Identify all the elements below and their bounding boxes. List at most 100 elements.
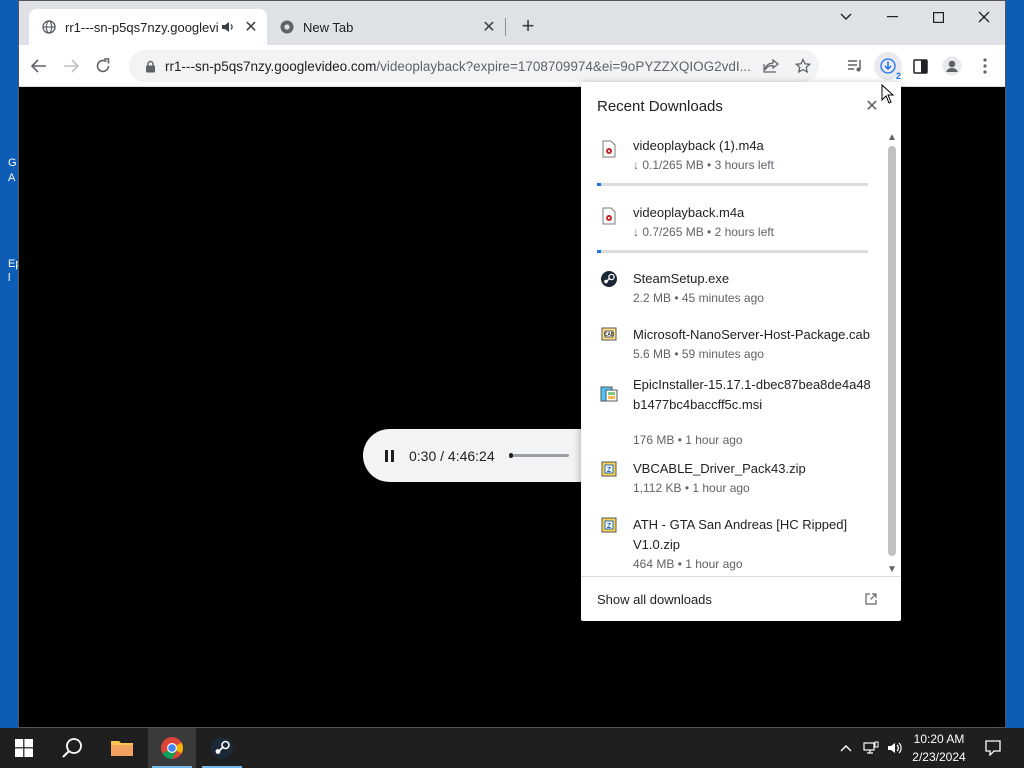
download-progress-bar <box>597 183 868 186</box>
url-text: rr1---sn-p5qs7nzy.googlevideo.com/videop… <box>165 58 751 74</box>
zip-file-icon: Z <box>601 461 617 477</box>
media-control-icon[interactable] <box>841 52 869 80</box>
desktop-label-fragment: l <box>8 272 11 284</box>
download-filename: Microsoft-NanoServer-Host-Package.cab <box>633 327 870 342</box>
maximize-button[interactable] <box>915 1 961 33</box>
audio-file-icon <box>602 140 616 158</box>
share-icon[interactable] <box>759 54 783 78</box>
folder-icon <box>111 741 133 756</box>
system-clock[interactable]: 10:20 AM 2/23/2024 <box>908 730 970 766</box>
download-item[interactable]: SteamSetup.exe 2.2 MB • 45 minutes ago <box>581 260 885 316</box>
back-button[interactable] <box>25 52 53 80</box>
downloads-panel: Recent Downloads ✕ videoplayback (1).m4a… <box>581 82 901 621</box>
tab-video[interactable]: rr1---sn-p5qs7nzy.googlevid ✕ <box>29 9 267 45</box>
chrome-taskbar-button[interactable] <box>148 728 196 768</box>
seek-progress <box>508 453 514 458</box>
clock-date: 2/23/2024 <box>912 750 966 764</box>
msi-file-icon <box>600 386 618 402</box>
minimize-button[interactable] <box>869 1 915 33</box>
download-filename: videoplayback (1).m4a <box>633 138 764 153</box>
close-icon[interactable]: ✕ <box>864 98 880 115</box>
show-all-downloads-link[interactable]: Show all downloads <box>597 592 863 607</box>
zip-file-icon: Z <box>601 517 617 533</box>
downloads-button[interactable]: 2 <box>874 52 902 81</box>
download-status: 2.2 MB • 45 minutes ago <box>633 291 764 305</box>
search-button[interactable] <box>48 728 96 768</box>
download-status: 1,112 KB • 1 hour ago <box>633 481 750 495</box>
open-external-icon[interactable] <box>863 591 879 607</box>
globe-icon <box>41 19 57 35</box>
download-item[interactable]: Z VBCABLE_Driver_Pack43.zip 1,112 KB • 1… <box>581 450 885 506</box>
cab-file-icon: CAB <box>601 327 617 341</box>
close-window-button[interactable] <box>961 1 1007 33</box>
lock-icon[interactable] <box>135 60 165 73</box>
chrome-icon <box>279 19 295 35</box>
download-progress-bar <box>597 250 868 253</box>
tab-search-icon[interactable] <box>823 1 869 33</box>
steam-icon <box>211 737 233 759</box>
download-item[interactable]: Z ATH - GTA San Andreas [HC Ripped] V1.0… <box>581 506 885 576</box>
download-status: ↓ 0.1/265 MB • 3 hours left <box>633 158 774 172</box>
steam-icon <box>601 271 617 287</box>
start-button[interactable] <box>0 728 48 768</box>
tab-new-tab[interactable]: New Tab ✕ <box>269 9 505 45</box>
scroll-down-icon[interactable]: ▼ <box>885 562 899 576</box>
downloads-list: videoplayback (1).m4a ↓ 0.1/265 MB • 3 h… <box>581 126 885 576</box>
tab-title: New Tab <box>303 19 354 35</box>
download-filename: EpicInstaller-15.17.1-dbec87bea8de4a48b1… <box>633 377 871 412</box>
download-item[interactable]: CAB Microsoft-NanoServer-Host-Package.ca… <box>581 316 885 370</box>
browser-toolbar: rr1---sn-p5qs7nzy.googlevideo.com/videop… <box>19 45 1005 87</box>
close-tab-icon[interactable]: ✕ <box>479 17 499 37</box>
speaker-icon[interactable] <box>219 21 237 33</box>
reload-button[interactable] <box>89 52 117 80</box>
profile-avatar-icon[interactable] <box>938 52 966 80</box>
seek-slider[interactable] <box>508 453 569 458</box>
download-item[interactable]: videoplayback.m4a ↓ 0.7/265 MB • 2 hours… <box>581 193 885 259</box>
download-status: ↓ 0.7/265 MB • 2 hours left <box>633 225 774 239</box>
tab-separator <box>505 18 506 36</box>
svg-text:Z: Z <box>607 467 612 474</box>
tab-strip: rr1---sn-p5qs7nzy.googlevid ✕ New Tab ✕ … <box>19 1 1005 45</box>
search-icon <box>62 738 82 758</box>
svg-text:CAB: CAB <box>604 332 615 338</box>
downloads-footer: Show all downloads <box>581 576 901 621</box>
download-status: 5.6 MB • 59 minutes ago <box>633 347 764 361</box>
address-bar[interactable]: rr1---sn-p5qs7nzy.googlevideo.com/videop… <box>129 50 819 82</box>
scroll-thumb[interactable] <box>888 146 896 556</box>
time-display: 0:30 / 4:46:24 <box>409 447 495 464</box>
forward-button[interactable] <box>57 52 85 80</box>
file-explorer-button[interactable] <box>98 728 146 768</box>
clock-time: 10:20 AM <box>913 732 965 746</box>
pause-button[interactable] <box>381 448 397 464</box>
close-tab-icon[interactable]: ✕ <box>241 17 261 37</box>
download-filename: SteamSetup.exe <box>633 271 730 286</box>
tab-title: rr1---sn-p5qs7nzy.googlevid <box>65 19 219 35</box>
download-progress-fill <box>597 183 602 186</box>
download-status: 176 MB • 1 hour ago <box>633 433 743 447</box>
downloads-panel-title: Recent Downloads <box>597 98 723 115</box>
windows-logo-icon <box>15 739 33 757</box>
steam-taskbar-button[interactable] <box>198 728 246 768</box>
download-progress-fill <box>597 250 602 253</box>
network-icon[interactable] <box>860 728 882 768</box>
download-filename: ATH - GTA San Andreas [HC Ripped] V1.0.z… <box>633 517 848 552</box>
download-filename: videoplayback.m4a <box>633 205 745 220</box>
chrome-icon <box>161 737 183 759</box>
menu-kebab-icon[interactable] <box>971 52 999 80</box>
download-filename: VBCABLE_Driver_Pack43.zip <box>633 461 806 476</box>
new-tab-button[interactable]: + <box>515 13 541 39</box>
downloads-scrollbar[interactable]: ▲ ▼ <box>885 130 899 576</box>
side-panel-icon[interactable] <box>906 52 934 80</box>
bookmark-star-icon[interactable] <box>791 54 815 78</box>
audio-file-icon <box>602 207 616 225</box>
download-item[interactable]: EpicInstaller-15.17.1-dbec87bea8de4a48b1… <box>581 370 885 450</box>
download-status: 464 MB • 1 hour ago <box>633 557 743 571</box>
volume-icon[interactable] <box>884 728 906 768</box>
download-count-badge: 2 <box>895 71 901 81</box>
notification-center-icon[interactable] <box>978 728 1008 768</box>
download-item[interactable]: videoplayback (1).m4a ↓ 0.1/265 MB • 3 h… <box>581 126 885 192</box>
show-hidden-icons-chevron-icon[interactable] <box>836 728 856 768</box>
scroll-up-icon[interactable]: ▲ <box>885 130 899 144</box>
desktop-label-fragment: A <box>8 172 16 184</box>
taskbar: 10:20 AM 2/23/2024 <box>0 728 1024 768</box>
